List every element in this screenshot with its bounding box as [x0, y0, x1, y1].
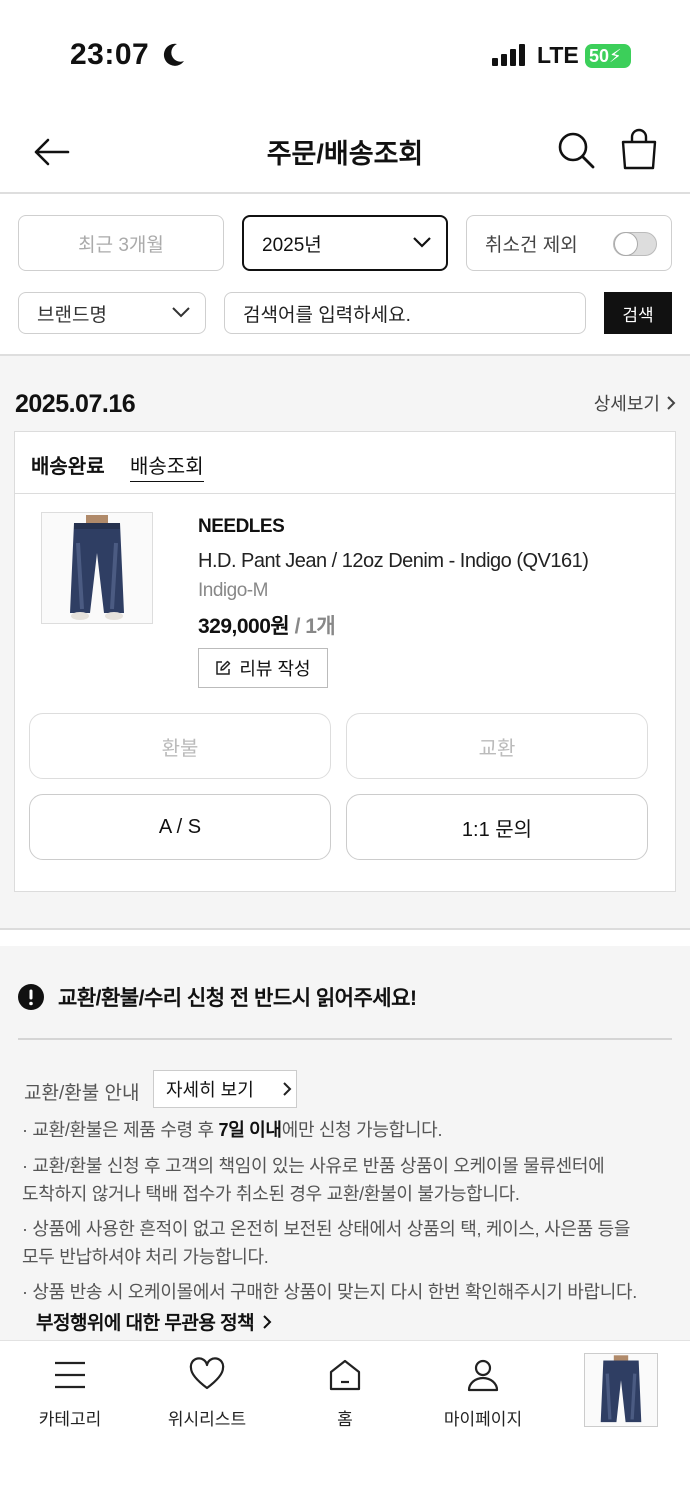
product-brand[interactable]: NEEDLES: [198, 516, 285, 538]
product-price-line: 329,000원 / 1개: [198, 610, 336, 640]
bottom-tab-bar: 카테고리 위시리스트 홈 마이페이지: [0, 1340, 690, 1500]
refund-button[interactable]: 환불: [29, 713, 331, 779]
chevron-down-icon: [413, 237, 431, 248]
product-name[interactable]: H.D. Pant Jean / 12oz Denim - Indigo (QV…: [198, 550, 589, 573]
status-time: 23:07: [70, 38, 150, 71]
notice-line-1-post: 에만 신청 가능합니다.: [281, 1120, 443, 1140]
guide-detail-label: 자세히 보기: [166, 1080, 254, 1100]
tab-wishlist-label: 위시리스트: [167, 1410, 247, 1429]
edit-icon: [216, 660, 231, 675]
chevron-down-icon: [172, 307, 190, 318]
moon-icon: [163, 43, 184, 66]
order-card: 배송완료 배송조회 NEEDLES H.D. Pant Jean / 12oz …: [14, 431, 676, 892]
chevron-right-icon: [283, 1082, 292, 1096]
exclude-cancelled-label: 취소건 제외: [485, 234, 578, 256]
tab-category[interactable]: 카테고리: [0, 1357, 140, 1430]
order-filter: 최근 3개월 2025년 취소건 제외 브랜드명 검색어를 입력하세요. 검색: [0, 196, 690, 356]
search-icon[interactable]: [556, 130, 596, 170]
chevron-right-icon: [667, 396, 676, 410]
policy-link-label: 부정행위에 대한 무관용 정책: [36, 1313, 255, 1334]
recent-product-thumbnail[interactable]: [584, 1353, 658, 1427]
home-icon: [329, 1359, 361, 1391]
year-select[interactable]: 2025년: [242, 215, 448, 271]
status-bar: 23:07 LTE 50⚡: [0, 0, 690, 110]
delivery-status: 배송완료: [31, 456, 105, 478]
inquiry-button[interactable]: 1:1 문의: [346, 794, 648, 860]
order-detail-link[interactable]: 상세보기: [594, 390, 676, 416]
tab-mypage-label: 마이페이지: [443, 1410, 523, 1429]
top-header: 주문/배송조회: [0, 112, 690, 194]
heart-icon: [189, 1357, 225, 1390]
notice-line-1: · 교환/환불은 제품 수령 후 7일 이내에만 신청 가능합니다.: [22, 1116, 672, 1144]
brand-select[interactable]: 브랜드명: [18, 292, 206, 334]
policy-link[interactable]: 부정행위에 대한 무관용 정책: [36, 1308, 272, 1335]
write-review-button[interactable]: 리뷰 작성: [198, 648, 328, 688]
product-thumbnail[interactable]: [41, 512, 153, 624]
guide-detail-button[interactable]: 자세히 보기: [153, 1070, 297, 1108]
tab-category-label: 카테고리: [38, 1410, 102, 1429]
after-service-button[interactable]: A / S: [29, 794, 331, 860]
notice-line-1-pre: · 교환/환불은 제품 수령 후: [22, 1120, 219, 1140]
divider: [18, 1038, 672, 1040]
battery-indicator: 50⚡: [585, 44, 631, 68]
order-date: 2025.07.16: [15, 390, 136, 418]
tab-home-label: 홈: [337, 1410, 353, 1429]
search-button[interactable]: 검색: [604, 292, 672, 334]
notice-line-2a: · 교환/환불 신청 후 고객의 책임이 있는 사유로 반품 상품이 오케이몰 …: [22, 1156, 605, 1176]
order-detail-label: 상세보기: [593, 394, 660, 414]
product-option: Indigo-M: [198, 580, 268, 601]
notice-line-2b: 도착하지 않거나 택배 접수가 취소된 경우 교환/환불이 불가능합니다.: [22, 1184, 520, 1204]
year-select-value: 2025년: [262, 234, 322, 256]
product-quantity-separator: /: [294, 615, 306, 638]
exclude-cancelled-toggle[interactable]: [613, 232, 657, 256]
notice-title-text: 교환/환불/수리 신청 전 반드시 읽어주세요!: [58, 987, 417, 1010]
exclude-cancelled-filter: 취소건 제외: [466, 215, 672, 271]
menu-icon: [55, 1361, 85, 1389]
shopping-bag-icon[interactable]: [620, 128, 658, 170]
toggle-knob: [614, 232, 638, 256]
order-card-header: 배송완료 배송조회: [15, 432, 675, 494]
notice-line-4: · 상품 반송 시 오케이몰에서 구매한 상품이 맞는지 다시 한번 확인해주시…: [22, 1282, 637, 1302]
signal-icon: [492, 44, 525, 66]
tab-wishlist[interactable]: 위시리스트: [137, 1357, 277, 1430]
product-price: 329,000원: [198, 615, 290, 638]
product-quantity: 1개: [305, 615, 336, 638]
write-review-label: 리뷰 작성: [239, 659, 311, 679]
chevron-right-icon: [263, 1314, 272, 1329]
notice-line-1-bold: 7일 이내: [218, 1120, 283, 1140]
tab-mypage[interactable]: 마이페이지: [413, 1357, 553, 1430]
tab-home[interactable]: 홈: [275, 1357, 415, 1430]
notice-title: 교환/환불/수리 신청 전 반드시 읽어주세요!: [18, 982, 417, 1012]
search-input[interactable]: 검색어를 입력하세요.: [224, 292, 586, 334]
exchange-button[interactable]: 교환: [346, 713, 648, 779]
person-icon: [467, 1359, 499, 1392]
network-label: LTE: [537, 42, 579, 68]
tracking-link[interactable]: 배송조회: [130, 450, 204, 482]
return-notice: 교환/환불/수리 신청 전 반드시 읽어주세요! 교환/환불 안내 자세히 보기…: [0, 946, 690, 1340]
alert-icon: [18, 984, 44, 1010]
jeans-image: [600, 1355, 642, 1423]
order-list: 2025.07.16 상세보기 배송완료 배송조회 NEEDLES H.D. P…: [0, 356, 690, 930]
notice-line-3a: · 상품에 사용한 흔적이 없고 온전히 보전된 상태에서 상품의 택, 케이스…: [22, 1219, 631, 1239]
brand-select-value: 브랜드명: [37, 304, 107, 326]
guide-label: 교환/환불 안내: [24, 1083, 140, 1104]
jeans-image: [70, 515, 124, 620]
period-filter-label: 최근 3개월: [78, 234, 164, 256]
search-input-placeholder: 검색어를 입력하세요.: [243, 304, 411, 326]
battery-level: 50: [589, 46, 610, 66]
period-filter-button[interactable]: 최근 3개월: [18, 215, 224, 271]
notice-line-3b: 모두 반납하셔야 처리 가능합니다.: [22, 1247, 269, 1267]
